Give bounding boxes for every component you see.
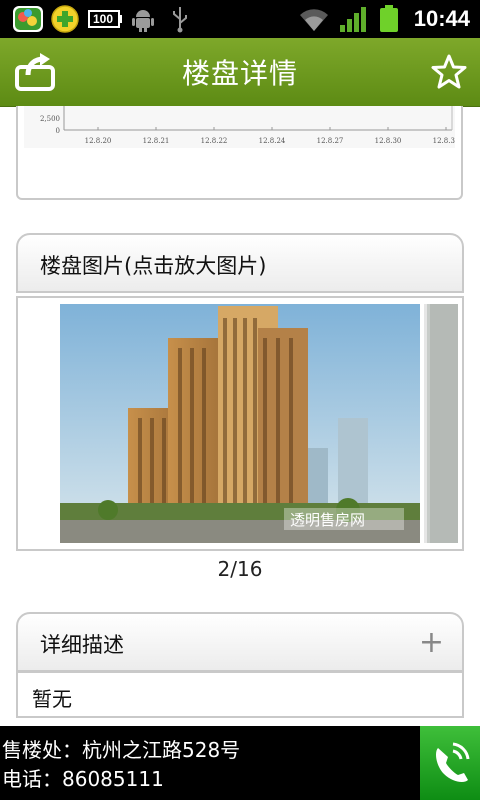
chart-x-tick-label: 12.8.20 — [85, 137, 112, 145]
next-photo-peek[interactable] — [424, 304, 458, 543]
chart-x-tick-label: 12.8.21 — [143, 137, 170, 145]
sales-office-address: 售楼处：杭州之江路528号 — [2, 738, 241, 762]
status-time: 10:44 — [413, 6, 470, 31]
description-text: 暂无 — [32, 687, 72, 711]
android-icon — [132, 10, 154, 32]
app-icon — [13, 6, 43, 32]
chart-x-tick-label: 12.8.30 — [375, 137, 402, 145]
description-header-label: 详细描述 — [40, 633, 124, 657]
chart-y-tick-label: 2,500 — [40, 115, 60, 123]
status-bar: 100 10:44 — [0, 0, 480, 38]
chart-x-tick-label: 12.8.31 — [433, 137, 455, 145]
price-chart: 2,500 0 12.8.20 12.8.21 12.8.22 12.8.24 12.8.2… — [24, 106, 459, 148]
battery-icon — [380, 5, 398, 32]
usb-icon — [173, 7, 187, 33]
photos-section-header: 楼盘图片(点击放大图片) — [16, 233, 464, 293]
chart-x-tick-label: 12.8.24 — [259, 137, 286, 145]
chart-x-tick-label: 12.8.22 — [201, 137, 228, 145]
photos-header-label: 楼盘图片(点击放大图片) — [40, 254, 267, 278]
photo-watermark: 透明售房网 — [290, 511, 365, 529]
wifi-icon — [300, 9, 328, 31]
price-chart-card: 2,500 0 12.8.20 12.8.21 12.8.22 12.8.24 12.8.2… — [16, 106, 463, 200]
price-chart-svg: 2,500 0 12.8.20 12.8.21 12.8.22 12.8.24 12.8.2… — [40, 106, 459, 145]
photo-gallery[interactable]: 透明售房网 — [16, 296, 464, 551]
battery-100-notification-icon: 100 — [88, 5, 122, 33]
phone-number: 电话：86085111 — [2, 767, 164, 791]
phone-call-icon — [436, 742, 470, 782]
description-body: 暂无 — [16, 672, 464, 718]
notification-label: 100 — [93, 12, 114, 26]
description-section-header[interactable]: 详细描述 + — [16, 612, 464, 672]
star-outline-icon[interactable] — [430, 53, 468, 91]
building-photo[interactable]: 透明售房网 — [60, 304, 420, 543]
plus-icon[interactable]: + — [419, 628, 444, 658]
plus-app-icon — [51, 5, 79, 33]
call-button[interactable] — [420, 726, 480, 800]
contact-bar: 售楼处：杭州之江路528号 电话：86085111 — [0, 726, 480, 800]
page-title: 楼盘详情 — [181, 57, 298, 90]
chart-y-tick-label: 0 — [56, 127, 60, 135]
title-bar: 楼盘详情 — [0, 38, 480, 107]
photo-counter: 2/16 — [217, 557, 263, 581]
chart-x-tick-label: 12.8.27 — [317, 137, 344, 145]
signal-icon — [340, 7, 366, 32]
